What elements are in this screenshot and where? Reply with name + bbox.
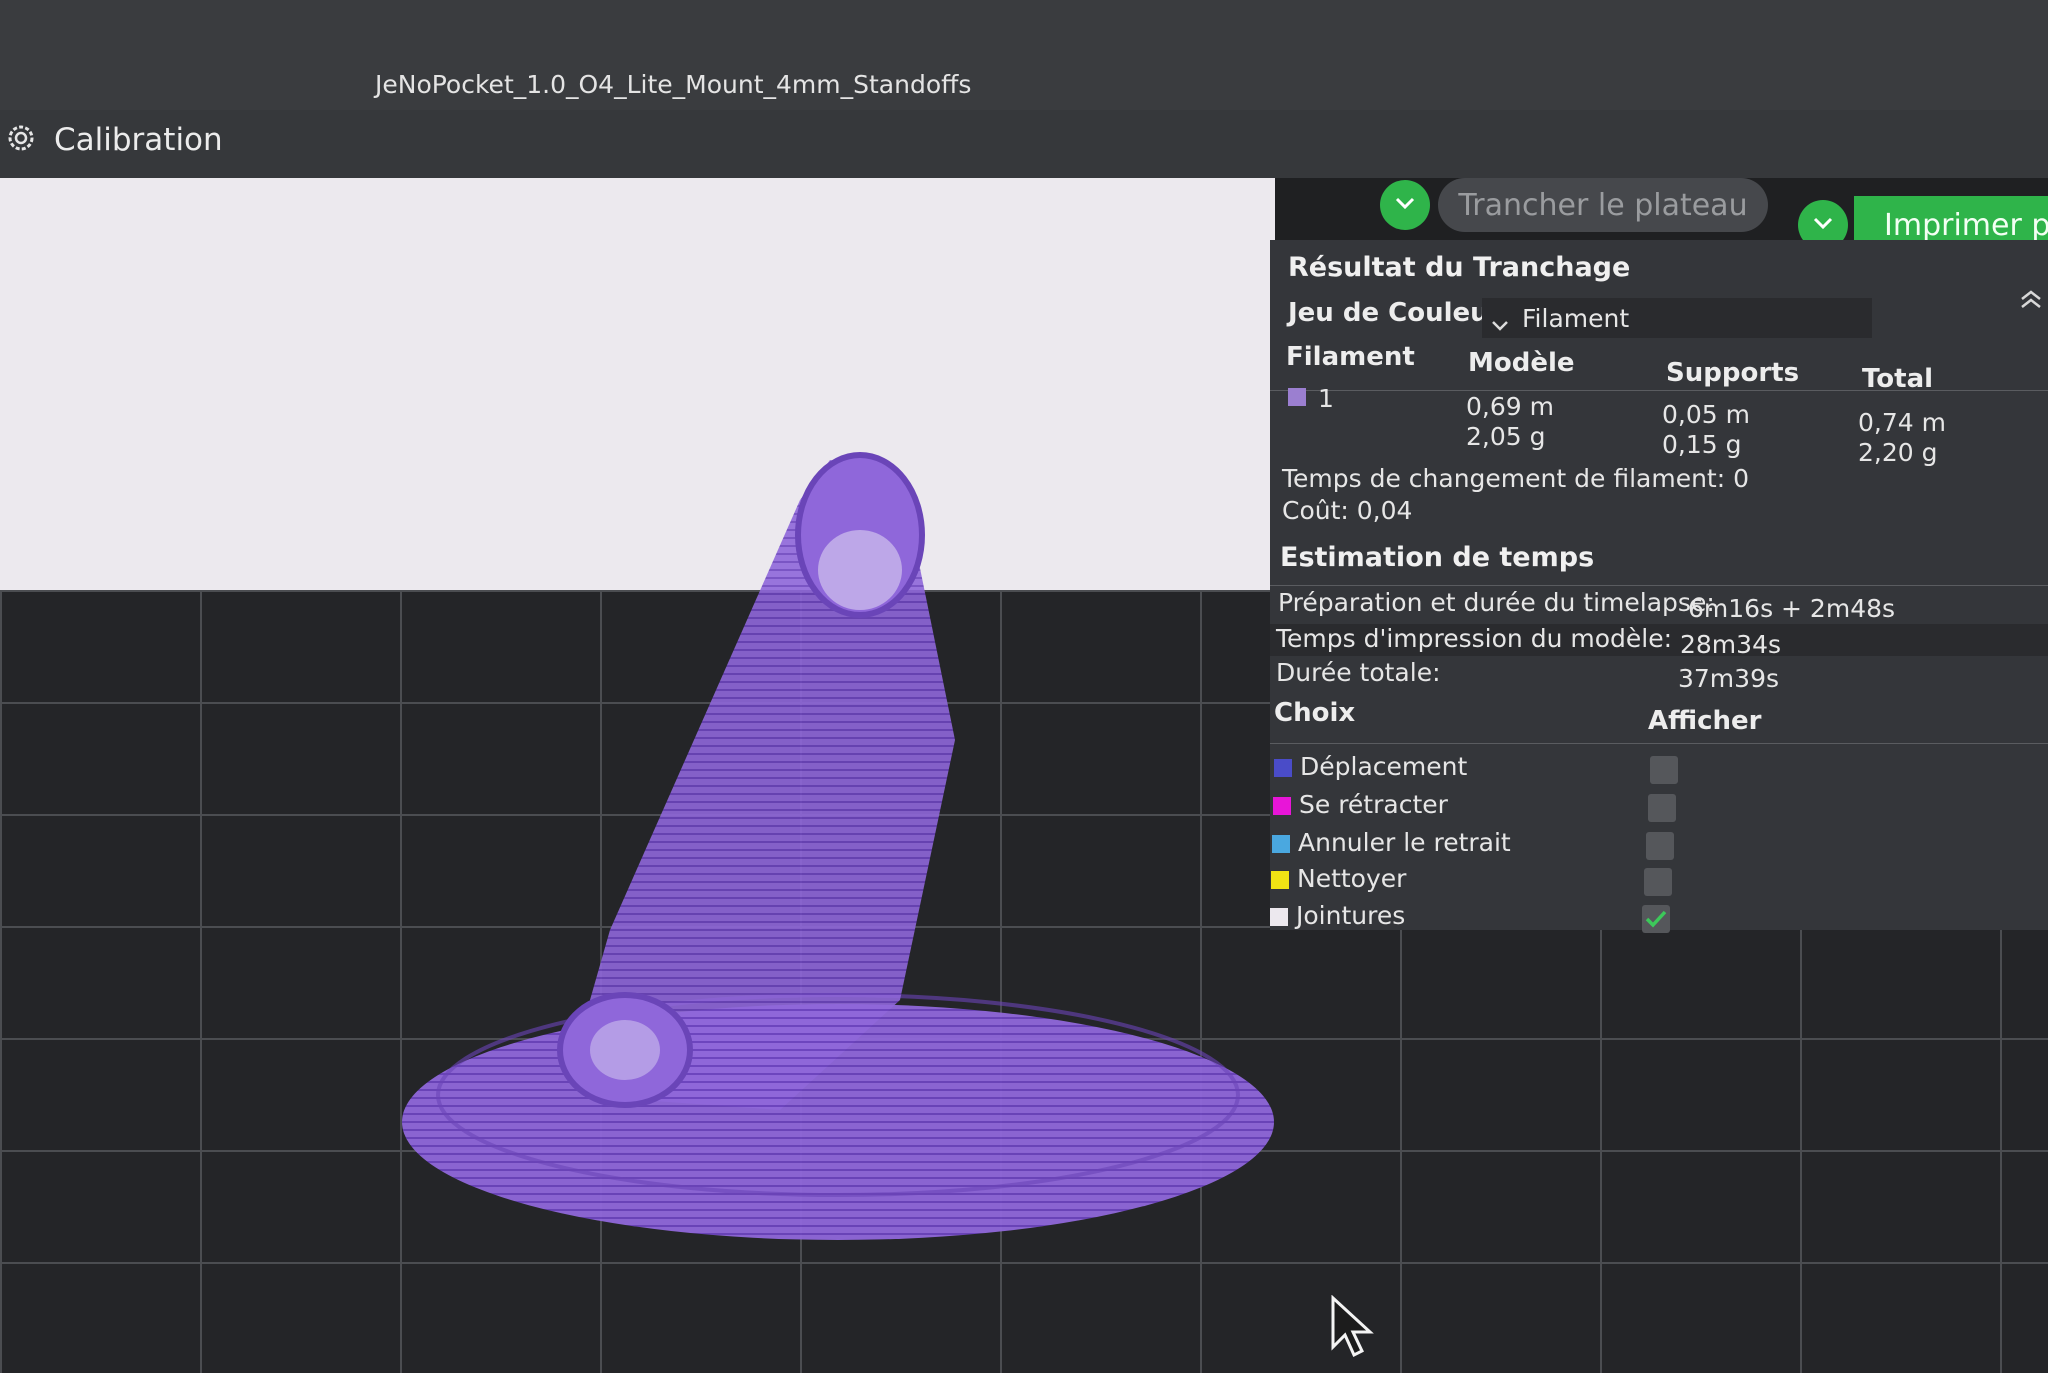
option-color-swatch xyxy=(1270,908,1288,926)
cost-value: Coût: 0,04 xyxy=(1282,496,1413,525)
slice-plate-button[interactable]: Trancher le plateau xyxy=(1438,178,1768,232)
supports-length: 0,05 m xyxy=(1662,400,1750,429)
prep-time-value: 6m16s + 2m48s xyxy=(1688,594,1896,623)
color-set-label: Jeu de Couleur xyxy=(1288,298,1502,328)
slice-dropdown-button[interactable] xyxy=(1380,180,1430,230)
col-model: Modèle xyxy=(1468,348,1575,378)
option-visibility-checkbox[interactable] xyxy=(1646,832,1674,860)
supports-weight: 0,15 g xyxy=(1662,430,1742,459)
option-visibility-checkbox[interactable] xyxy=(1650,756,1678,784)
divider xyxy=(1270,743,2048,744)
option-color-swatch xyxy=(1274,759,1292,777)
model-length: 0,69 m xyxy=(1466,392,1554,421)
prep-time-label: Préparation et durée du timelapse: xyxy=(1278,588,1715,617)
chevron-down-icon xyxy=(1393,195,1417,215)
menu-bar xyxy=(0,110,2048,178)
option-label: Jointures xyxy=(1296,901,1406,930)
calibration-label: Calibration xyxy=(54,122,223,158)
total-time-label: Durée totale: xyxy=(1276,658,1441,687)
option-label: Nettoyer xyxy=(1297,864,1407,893)
option-color-swatch xyxy=(1271,871,1289,889)
total-weight: 2,20 g xyxy=(1858,438,1938,467)
total-time-value: 37m39s xyxy=(1678,664,1780,693)
filament-id: 1 xyxy=(1318,384,1334,413)
collapse-icon[interactable] xyxy=(2018,288,2044,317)
chevron-down-icon xyxy=(1490,310,1510,339)
slicing-result-panel: Résultat du Tranchage Jeu de Couleur Fil… xyxy=(1270,240,2048,933)
checkmark-icon xyxy=(1642,910,1670,939)
option-visibility-checkbox[interactable] xyxy=(1642,905,1670,933)
option-color-swatch xyxy=(1272,835,1290,853)
option-label: Se rétracter xyxy=(1299,790,1448,819)
filament-swatch xyxy=(1288,388,1306,406)
divider xyxy=(1270,585,2048,586)
title-bar xyxy=(0,0,2048,110)
option-label: Annuler le retrait xyxy=(1298,828,1511,857)
total-length: 0,74 m xyxy=(1858,408,1946,437)
col-supports: Supports xyxy=(1666,358,1800,388)
option-visibility-checkbox[interactable] xyxy=(1648,794,1676,822)
choice-header: Choix xyxy=(1274,698,1356,728)
filament-change-time: Temps de changement de filament: 0 xyxy=(1282,464,1749,493)
gear-icon xyxy=(6,123,36,157)
time-estimate-title: Estimation de temps xyxy=(1280,542,1595,573)
option-visibility-checkbox[interactable] xyxy=(1644,868,1672,896)
chevron-down-icon xyxy=(1811,215,1835,235)
slice-button-group[interactable]: Trancher le plateau xyxy=(1380,178,1768,232)
slicing-result-title: Résultat du Tranchage xyxy=(1288,252,1631,283)
window-title: JeNoPocket_1.0_O4_Lite_Mount_4mm_Standof… xyxy=(375,70,972,99)
color-set-value: Filament xyxy=(1522,304,1630,333)
viewport-background xyxy=(0,178,1275,618)
model-time-label: Temps d'impression du modèle: xyxy=(1276,624,1673,653)
color-set-dropdown[interactable]: Filament xyxy=(1482,298,1872,338)
model-time-value: 28m34s xyxy=(1680,630,1782,659)
calibration-menu[interactable]: Calibration xyxy=(6,122,223,158)
mouse-pointer-icon xyxy=(1330,1294,1380,1363)
show-header: Afficher xyxy=(1648,706,1762,736)
col-filament: Filament xyxy=(1286,342,1415,372)
option-label: Déplacement xyxy=(1300,752,1468,781)
model-weight: 2,05 g xyxy=(1466,422,1546,451)
option-color-swatch xyxy=(1273,797,1291,815)
divider xyxy=(1270,390,2048,391)
